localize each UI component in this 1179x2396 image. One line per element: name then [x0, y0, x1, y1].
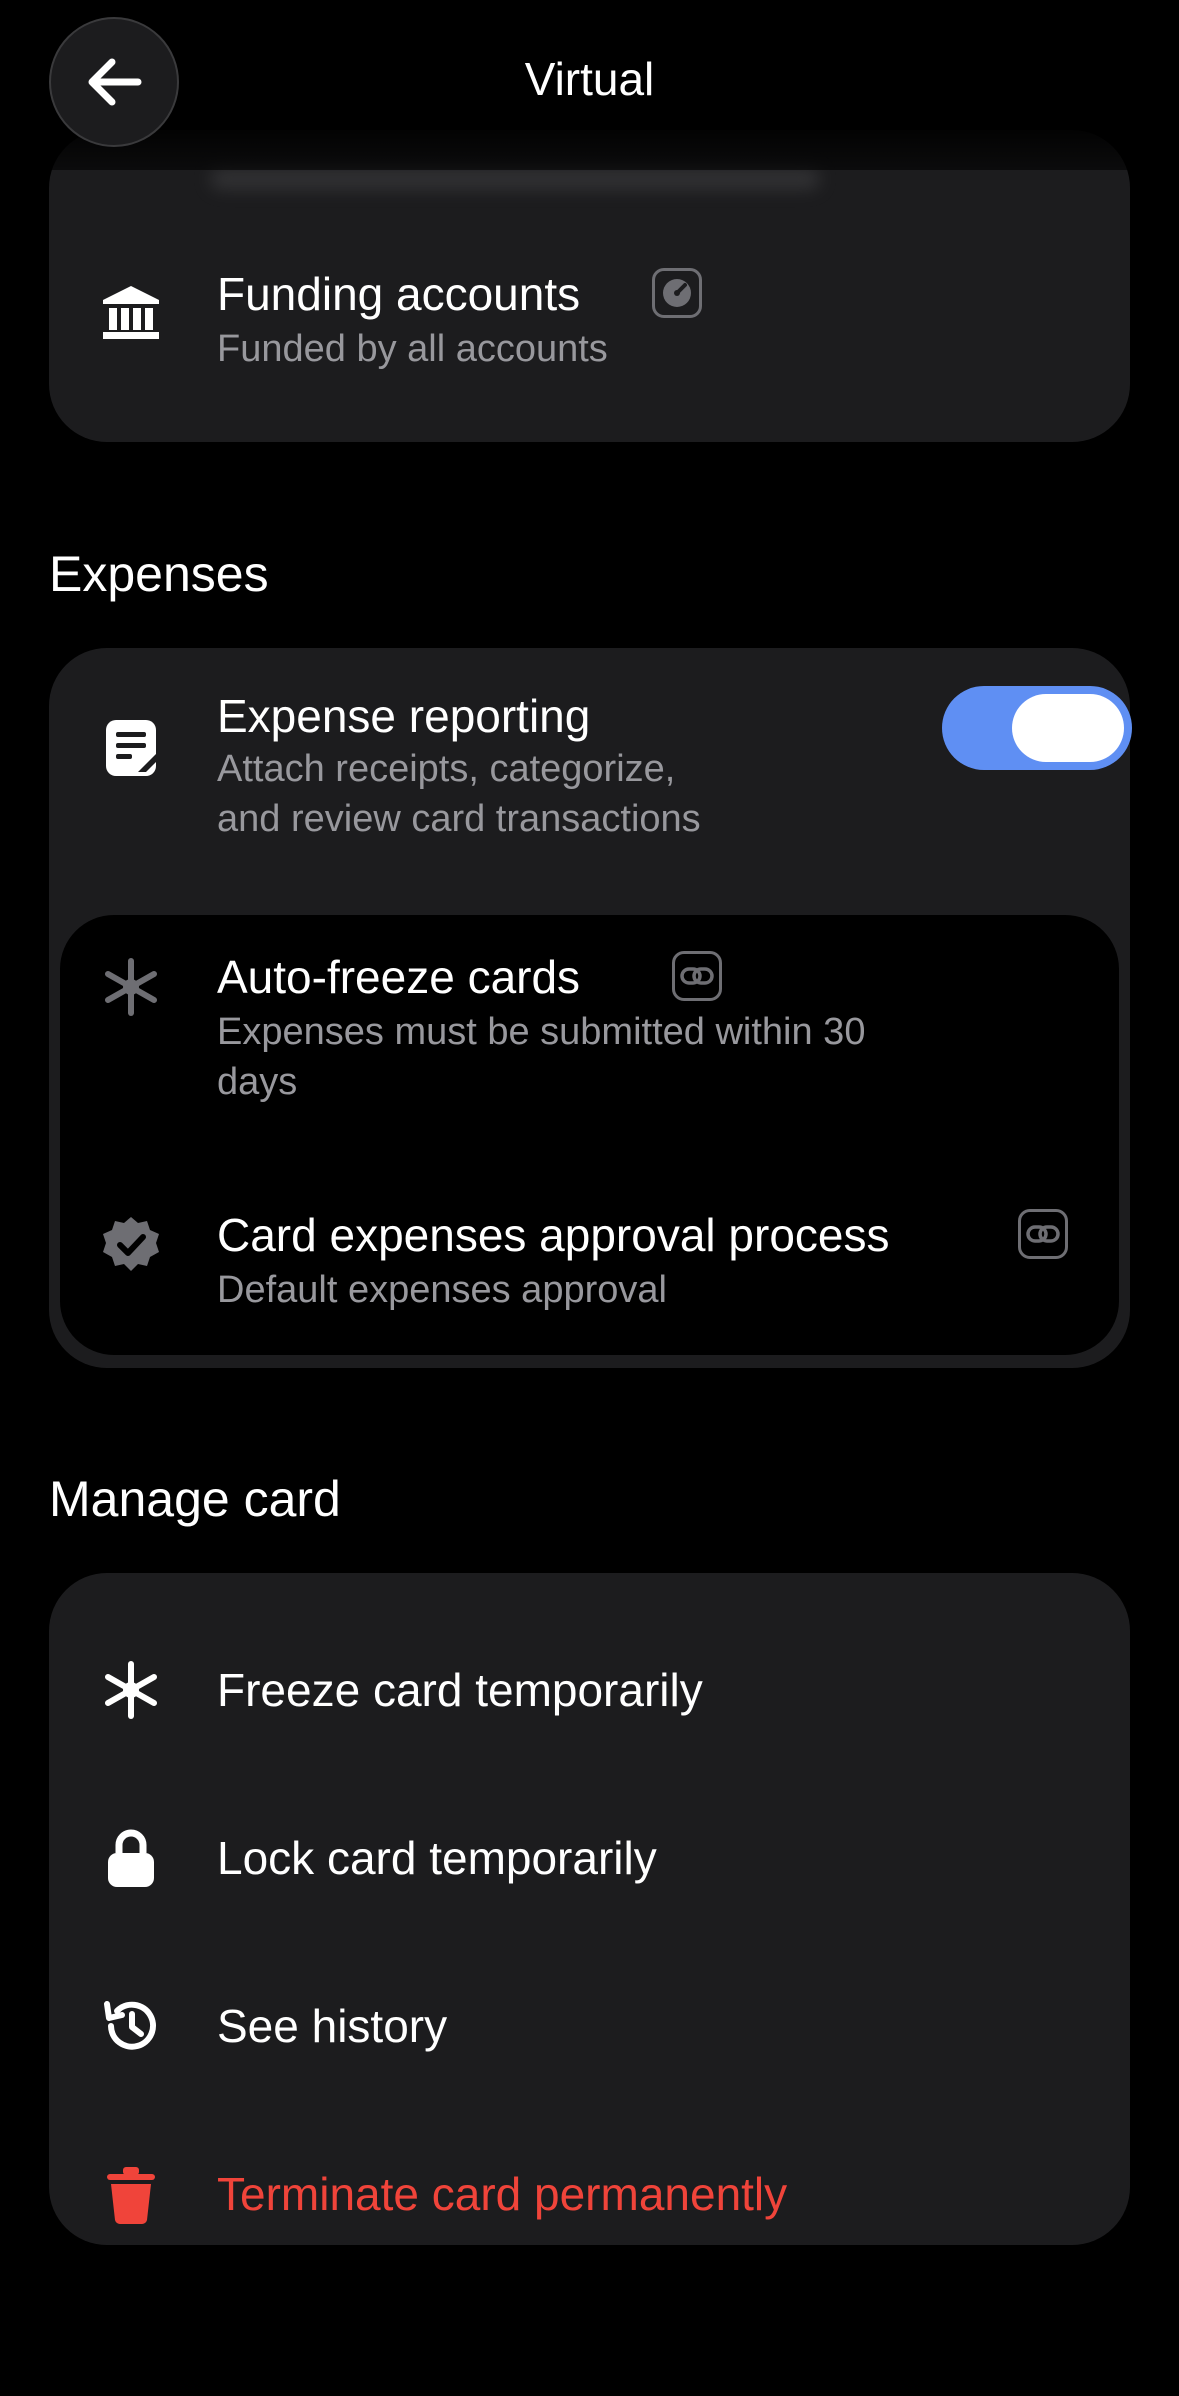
approval-process-row[interactable]: Card expenses approval process Default e… — [60, 1209, 1119, 1333]
funding-accounts-row[interactable]: Funding accounts Funded by all accounts — [49, 268, 1130, 390]
trash-icon — [99, 2162, 163, 2226]
see-history-row[interactable]: See history — [49, 1994, 1130, 2074]
receipt-icon — [99, 716, 163, 780]
approval-process-subtitle: Default expenses approval — [217, 1269, 667, 1311]
manage-card-list: Freeze card temporarily Lock card tempor… — [49, 1573, 1130, 2245]
link-badge-icon — [672, 951, 722, 1001]
expense-policy-group: Auto-freeze cards Expenses must be submi… — [60, 915, 1119, 1355]
expense-reporting-subtitle-2: and review card transactions — [217, 798, 701, 840]
expense-reporting-title: Expense reporting — [217, 690, 591, 742]
auto-freeze-title: Auto-freeze cards — [217, 951, 581, 1003]
toggle-knob — [1012, 694, 1124, 762]
funding-accounts-subtitle: Funded by all accounts — [217, 328, 608, 370]
funding-accounts-title: Funding accounts — [217, 268, 581, 320]
scrolled-content-hint — [210, 168, 820, 190]
gauge-badge-icon — [652, 268, 702, 318]
snowflake-icon — [99, 1658, 163, 1722]
terminate-card-row[interactable]: Terminate card permanently — [49, 2162, 1130, 2242]
auto-freeze-row[interactable]: Auto-freeze cards Expenses must be submi… — [60, 951, 1119, 1135]
freeze-card-label: Freeze card temporarily — [217, 1664, 703, 1716]
page-title: Virtual — [524, 53, 655, 105]
expense-reporting-toggle[interactable] — [942, 686, 1132, 770]
history-icon — [99, 1994, 163, 2058]
lock-icon — [99, 1826, 163, 1890]
lock-card-row[interactable]: Lock card temporarily — [49, 1826, 1130, 1906]
expenses-card: Expense reporting Attach receipts, categ… — [49, 648, 1132, 1368]
verified-badge-icon — [99, 1213, 163, 1277]
terminate-card-label: Terminate card permanently — [217, 2168, 788, 2220]
lock-card-label: Lock card temporarily — [217, 1832, 657, 1884]
bank-icon — [99, 280, 163, 344]
approval-process-title: Card expenses approval process — [217, 1209, 890, 1261]
auto-freeze-subtitle-1: Expenses must be submitted within 30 — [217, 1011, 866, 1053]
manage-card-section-title: Manage card — [49, 1471, 341, 1527]
expense-reporting-row[interactable]: Expense reporting Attach receipts, categ… — [49, 686, 1132, 868]
link-badge-icon — [1018, 1209, 1068, 1259]
expenses-section-title: Expenses — [49, 546, 269, 602]
auto-freeze-subtitle-2: days — [217, 1061, 298, 1103]
see-history-label: See history — [217, 2000, 448, 2052]
expense-reporting-subtitle-1: Attach receipts, categorize, — [217, 748, 676, 790]
freeze-card-row[interactable]: Freeze card temporarily — [49, 1658, 1130, 1738]
snowflake-icon — [99, 955, 163, 1019]
